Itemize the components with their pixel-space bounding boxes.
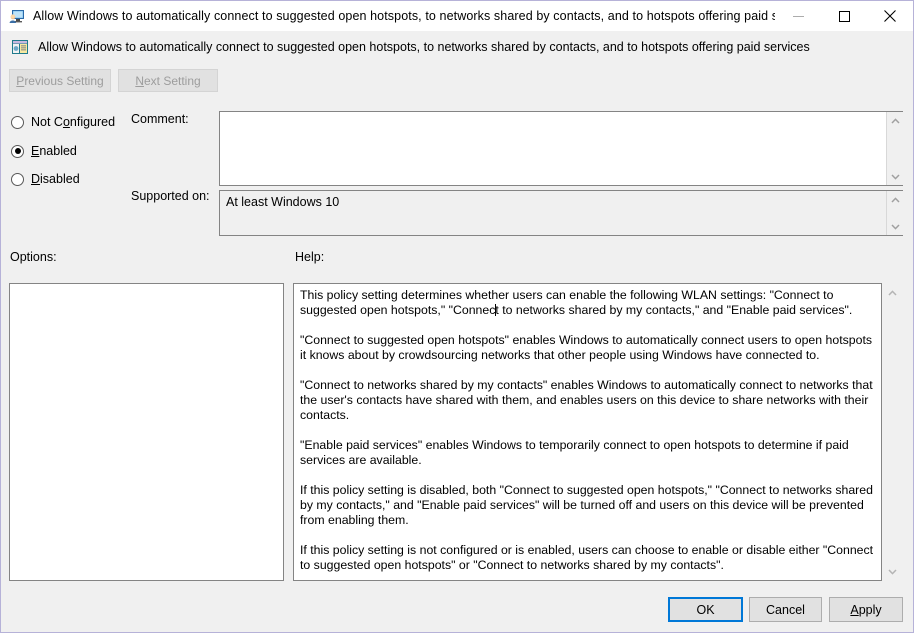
help-paragraph: "Connect to suggested open hotspots" ena…	[300, 332, 873, 363]
setting-header: Allow Windows to automatically connect t…	[2, 31, 912, 63]
help-label: Help:	[295, 250, 325, 264]
title-bar: Allow Windows to automatically connect t…	[1, 1, 913, 31]
chevron-up-icon[interactable]	[887, 191, 904, 208]
previous-setting-button[interactable]: Previous Setting	[9, 69, 111, 92]
previous-setting-accelerator: P	[16, 73, 25, 88]
comment-label: Comment:	[131, 112, 189, 126]
supported-on-value: At least Windows 10	[226, 195, 340, 209]
supported-on-label: Supported on:	[131, 189, 210, 203]
policy-monitor-icon	[9, 8, 25, 24]
help-paragraph: This policy setting determines whether u…	[300, 288, 853, 318]
options-panel	[9, 283, 284, 581]
apply-button-accelerator: A	[850, 602, 859, 617]
cancel-button-label: Cancel	[766, 602, 805, 617]
help-panel: This policy setting determines whether u…	[293, 283, 882, 581]
radio-disabled-label: Disabled	[31, 172, 80, 186]
comment-scrollbar[interactable]	[886, 112, 903, 185]
text-caret	[494, 304, 496, 317]
next-setting-button[interactable]: Next Setting	[118, 69, 218, 92]
help-text: This policy setting determines whether u…	[294, 284, 881, 578]
chevron-up-icon[interactable]	[887, 112, 904, 129]
help-paragraph: If this policy setting is disabled, both…	[300, 482, 873, 528]
previous-setting-label: revious Setting	[24, 73, 104, 88]
setting-header-title: Allow Windows to automatically connect t…	[38, 40, 810, 54]
supported-on-scrollbar[interactable]	[886, 191, 903, 235]
window-title: Allow Windows to automatically connect t…	[33, 9, 775, 23]
maximize-button[interactable]	[821, 1, 867, 31]
next-setting-label: ext Setting	[143, 73, 201, 88]
comment-textarea[interactable]	[219, 111, 903, 186]
radio-not-configured[interactable]: Not Configured	[11, 113, 115, 131]
apply-button[interactable]: Apply	[829, 597, 903, 622]
help-scrollbar[interactable]	[884, 284, 901, 580]
help-paragraph: "Connect to networks shared by my contac…	[300, 377, 873, 423]
radio-disabled[interactable]: Disabled	[11, 170, 80, 188]
ok-button[interactable]: OK	[668, 597, 743, 622]
radio-enabled-label: Enabled	[31, 144, 77, 158]
radio-enabled[interactable]: Enabled	[11, 142, 77, 160]
radio-enabled-mark	[11, 144, 24, 158]
policy-setting-icon	[11, 38, 29, 56]
chevron-down-icon[interactable]	[887, 168, 904, 185]
apply-button-label: pply	[858, 602, 882, 617]
radio-disabled-mark	[11, 172, 24, 186]
chevron-down-icon[interactable]	[887, 218, 904, 235]
policy-setting-dialog: Allow Windows to automatically connect t…	[0, 0, 914, 633]
window-controls	[775, 1, 913, 31]
chevron-up-icon[interactable]	[884, 284, 901, 301]
help-paragraph: "Enable paid services" enables Windows t…	[300, 437, 849, 468]
close-button[interactable]	[867, 1, 913, 31]
options-label: Options:	[10, 250, 57, 264]
cancel-button[interactable]: Cancel	[749, 597, 822, 622]
next-setting-accelerator: N	[135, 73, 144, 88]
radio-not-configured-mark	[11, 115, 24, 129]
minimize-button	[775, 1, 821, 31]
radio-not-configured-label: Not Configured	[31, 115, 116, 129]
ok-button-label: OK	[696, 602, 715, 617]
chevron-down-icon[interactable]	[884, 563, 901, 580]
supported-on-field: At least Windows 10	[219, 190, 903, 236]
help-paragraph: If this policy setting is not configured…	[300, 542, 874, 573]
